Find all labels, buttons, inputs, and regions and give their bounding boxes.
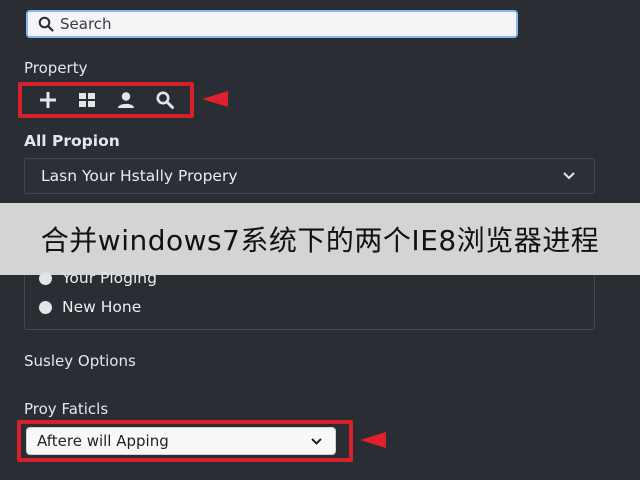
arrow-left-icon (360, 432, 386, 448)
search-icon (38, 16, 54, 32)
arrow-left-icon (202, 91, 228, 107)
grid-view-button[interactable] (75, 88, 99, 112)
radio-option-new-hone[interactable]: New Hone (39, 298, 141, 316)
search-button[interactable] (153, 88, 177, 112)
overlay-banner: 合并windows7系统下的两个IE8浏览器进程 (0, 203, 640, 275)
radio-label: New Hone (62, 298, 142, 316)
user-button[interactable] (114, 88, 138, 112)
plus-icon (39, 92, 56, 108)
proy-faticls-label: Proy Faticls (24, 400, 109, 418)
property-toolbar (18, 82, 194, 118)
chevron-down-icon (563, 172, 575, 180)
search-input[interactable] (60, 15, 480, 33)
overlay-title: 合并windows7系统下的两个IE8浏览器进程 (40, 224, 600, 257)
user-icon (117, 92, 134, 108)
grid-icon (78, 93, 95, 107)
all-propion-label: All Propion (24, 132, 120, 150)
susley-options-label: Susley Options (24, 352, 136, 370)
property-label: Property (24, 59, 88, 77)
search-icon (156, 91, 174, 109)
radio-dot (39, 300, 52, 314)
proy-faticls-select[interactable]: Aftere will Apping (26, 427, 336, 455)
add-button[interactable] (36, 88, 60, 112)
property-panel: Property (0, 0, 640, 480)
search-box[interactable] (26, 10, 518, 38)
chevron-down-icon (311, 438, 322, 445)
proy-faticls-value: Aftere will Apping (37, 432, 169, 450)
all-propion-select[interactable]: Lasn Your Hstally Propery (24, 158, 595, 194)
all-propion-value: Lasn Your Hstally Propery (41, 167, 238, 185)
